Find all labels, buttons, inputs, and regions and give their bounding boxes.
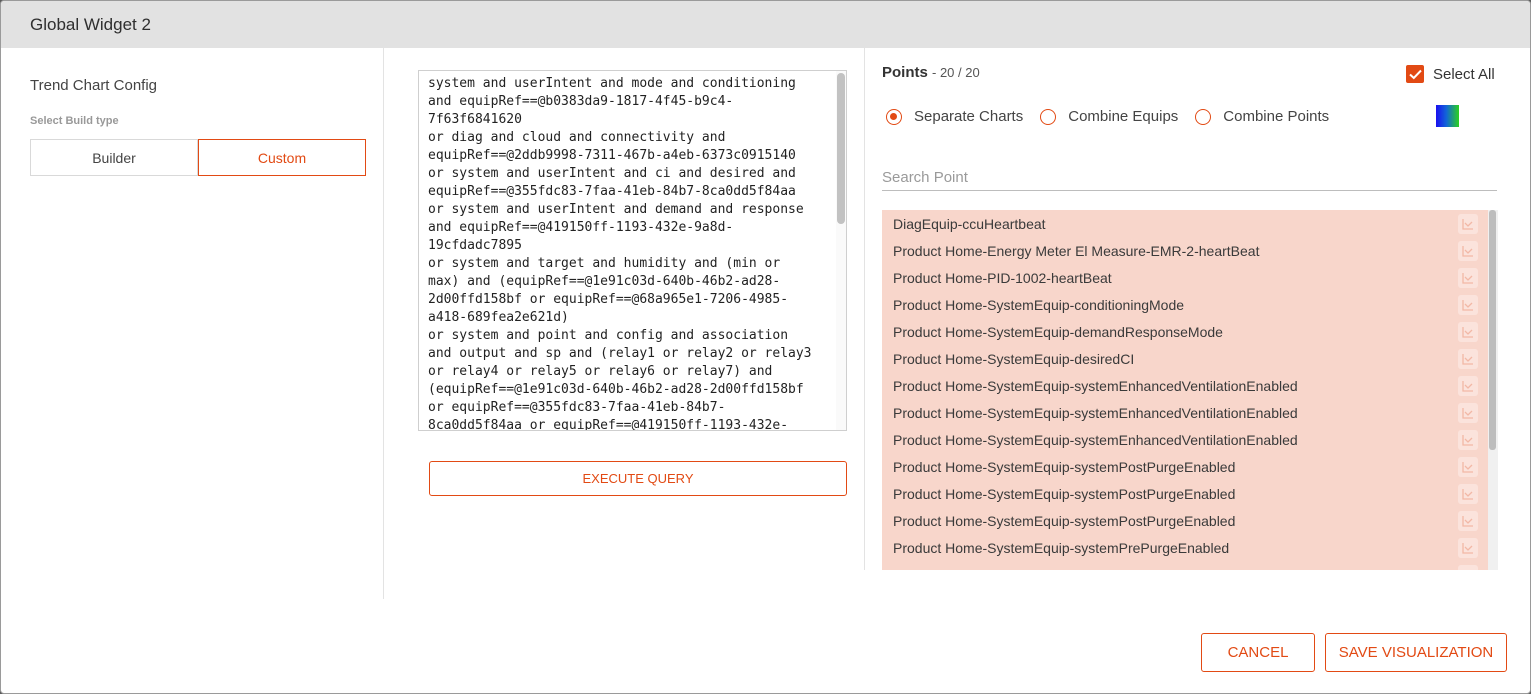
point-row[interactable]: DiagEquip-ccuHeartbeat [882, 210, 1488, 237]
radio-combine-equips[interactable]: Combine Equips [1040, 108, 1178, 125]
point-row[interactable]: Product Home-SystemEquip-conditioningMod… [882, 291, 1488, 318]
point-row[interactable]: Product Home-SystemEquip-systemPrePurgeE… [882, 561, 1488, 570]
trend-chart-icon[interactable] [1458, 537, 1478, 558]
point-label: Product Home-SystemEquip-systemPrePurgeE… [893, 539, 1230, 556]
trend-chart-icon[interactable] [1458, 456, 1478, 477]
point-label: DiagEquip-ccuHeartbeat [893, 215, 1046, 232]
config-panel: Trend Chart Config Select Build type Bui… [1, 48, 384, 599]
build-type-label: Select Build type [30, 115, 119, 127]
point-label: Product Home-SystemEquip-systemPostPurge… [893, 458, 1236, 475]
select-all-label: Select All [1433, 65, 1495, 83]
radio-button[interactable] [1195, 108, 1212, 125]
query-scrollbar[interactable] [836, 71, 846, 430]
chart-mode-group: Separate Charts Combine Equips Combine P… [886, 108, 1346, 125]
trend-chart-icon[interactable] [1458, 375, 1478, 396]
point-label: Product Home-SystemEquip-systemEnhancedV… [893, 404, 1298, 421]
trend-chart-icon[interactable] [1458, 321, 1478, 342]
points-list: DiagEquip-ccuHeartbeat Product Home-Energ… [882, 210, 1488, 570]
point-row[interactable]: Product Home-SystemEquip-demandResponseM… [882, 318, 1488, 345]
radio-label: Separate Charts [914, 108, 1024, 125]
select-all[interactable]: Select All [1406, 65, 1495, 83]
point-row[interactable]: Product Home-SystemEquip-systemEnhancedV… [882, 399, 1488, 426]
points-scrollbar-thumb[interactable] [1489, 210, 1496, 450]
trend-chart-icon[interactable] [1458, 240, 1478, 261]
point-label: Product Home-Energy Meter El Measure-EMR… [893, 242, 1260, 259]
cancel-button[interactable]: CANCEL [1201, 633, 1315, 672]
trend-chart-icon[interactable] [1458, 294, 1478, 315]
point-label: Product Home-SystemEquip-systemEnhancedV… [893, 377, 1298, 394]
query-text: system and userIntent and mode and condi… [428, 76, 812, 431]
trend-chart-icon[interactable] [1458, 429, 1478, 450]
radio-separate-charts[interactable]: Separate Charts [886, 108, 1023, 125]
point-label: Product Home-SystemEquip-conditioningMod… [893, 296, 1185, 313]
point-row[interactable]: Product Home-SystemEquip-systemEnhancedV… [882, 426, 1488, 453]
builder-button[interactable]: Builder [30, 139, 198, 176]
search-point-input[interactable] [882, 164, 1497, 191]
point-label: Product Home-PID-1002-heartBeat [893, 269, 1112, 286]
global-widget-modal: Global Widget 2 Trend Chart Config Selec… [0, 0, 1531, 694]
radio-button[interactable] [886, 108, 902, 125]
point-label: Product Home-SystemEquip-systemPostPurge… [893, 485, 1236, 502]
query-panel: system and userIntent and mode and condi… [385, 48, 865, 570]
point-label: Product Home-SystemEquip-systemPostPurge… [893, 512, 1236, 529]
point-row[interactable]: Product Home-SystemEquip-systemPrePurgeE… [882, 534, 1488, 561]
execute-query-button[interactable]: EXECUTE QUERY [429, 461, 847, 496]
point-row[interactable]: Product Home-SystemEquip-desiredCI [882, 345, 1488, 372]
points-scrollbar[interactable] [1488, 210, 1498, 570]
point-row[interactable]: Product Home-SystemEquip-systemPostPurge… [882, 453, 1488, 480]
trend-chart-icon[interactable] [1458, 402, 1478, 423]
point-label: Product Home-SystemEquip-systemPrePurgeE… [893, 567, 1229, 571]
point-row[interactable]: Product Home-SystemEquip-systemPostPurge… [882, 480, 1488, 507]
query-scrollbar-thumb[interactable] [837, 73, 845, 224]
point-label: Product Home-SystemEquip-desiredCI [893, 350, 1135, 367]
check-icon [1408, 69, 1422, 79]
point-row[interactable]: Product Home-SystemEquip-systemPostPurge… [882, 507, 1488, 534]
color-gradient-picker[interactable] [1436, 105, 1459, 127]
modal-title: Global Widget 2 [30, 14, 151, 34]
trend-chart-icon[interactable] [1458, 564, 1478, 570]
trend-chart-icon[interactable] [1458, 348, 1478, 369]
point-label: Product Home-SystemEquip-systemEnhancedV… [893, 431, 1298, 448]
modal-header: Global Widget 2 [1, 1, 1530, 48]
trend-chart-icon[interactable] [1458, 510, 1478, 531]
point-row[interactable]: Product Home-PID-1002-heartBeat [882, 264, 1488, 291]
points-title: Points [882, 64, 928, 81]
radio-label: Combine Points [1223, 108, 1330, 125]
radio-combine-points[interactable]: Combine Points [1195, 108, 1329, 125]
radio-label: Combine Equips [1068, 108, 1179, 125]
point-row[interactable]: Product Home-Energy Meter El Measure-EMR… [882, 237, 1488, 264]
config-title: Trend Chart Config [30, 77, 158, 94]
select-all-checkbox[interactable] [1406, 65, 1424, 83]
point-row[interactable]: Product Home-SystemEquip-systemEnhancedV… [882, 372, 1488, 399]
radio-button[interactable] [1040, 108, 1057, 125]
save-visualization-button[interactable]: SAVE VISUALIZATION [1325, 633, 1507, 672]
query-textarea[interactable]: system and userIntent and mode and condi… [418, 70, 847, 431]
trend-chart-icon[interactable] [1458, 267, 1478, 288]
points-heading: Points - 20 / 20 [882, 64, 980, 81]
build-type-toggle: Builder Custom [30, 139, 366, 176]
trend-chart-icon[interactable] [1458, 213, 1478, 234]
trend-chart-icon[interactable] [1458, 483, 1478, 504]
points-count: - 20 / 20 [932, 65, 980, 80]
points-panel: Points - 20 / 20 Select All Separate Cha… [866, 48, 1530, 588]
point-label: Product Home-SystemEquip-demandResponseM… [893, 323, 1223, 340]
custom-button[interactable]: Custom [198, 139, 366, 176]
